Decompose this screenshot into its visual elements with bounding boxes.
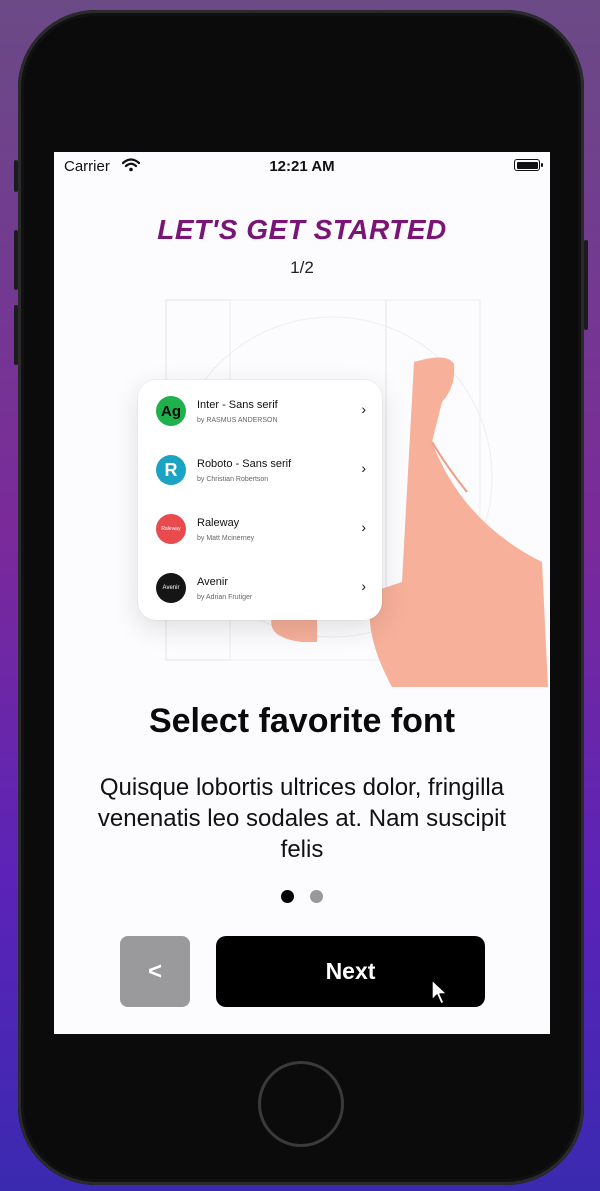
back-button[interactable]: < (120, 936, 190, 1007)
font-avatar-raleway: Raleway (156, 514, 186, 544)
page-title: Select favorite font (148, 702, 456, 740)
font-name: Inter - Sans serif (197, 399, 278, 411)
mouse-cursor-icon (431, 979, 448, 1005)
font-name: Roboto - Sans serif (197, 458, 292, 470)
font-author: by Adrian Frutiger (197, 594, 253, 601)
page-indicator (54, 890, 550, 908)
font-row-raleway[interactable]: Raleway Raleway by Matt Mcinerney › (138, 500, 382, 558)
home-button[interactable] (258, 1061, 344, 1147)
font-name: Raleway (197, 517, 240, 529)
app-screen: Carrier 12:21 AM LET'S GET STARTED 1/2 A… (54, 152, 550, 1034)
font-avatar-inter: Ag (156, 396, 186, 426)
font-row-inter[interactable]: Ag Inter - Sans serif by RASMUS ANDERSON… (138, 382, 382, 440)
page-description: Quisque lobortis ultrices dolor, fringil… (97, 774, 507, 863)
power-button (584, 240, 588, 330)
volume-up-button (14, 230, 18, 290)
step-indicator: 1/2 (290, 258, 314, 277)
status-time: 12:21 AM (269, 158, 335, 175)
font-list-card: Ag Inter - Sans serif by RASMUS ANDERSON… (138, 380, 382, 620)
battery-icon (514, 159, 543, 171)
font-avatar-roboto: R (156, 455, 186, 485)
font-author: by Christian Robertson (197, 476, 269, 483)
font-name: Avenir (197, 576, 228, 588)
onboarding-headline: LET'S GET STARTED (157, 214, 447, 245)
page-dot-active[interactable] (280, 890, 294, 903)
volume-down-button (14, 305, 18, 365)
status-bar: Carrier 12:21 AM (54, 152, 550, 180)
chevron-right-icon: › (361, 578, 366, 594)
font-author: by Matt Mcinerney (197, 535, 255, 542)
font-row-roboto[interactable]: R Roboto - Sans serif by Christian Rober… (138, 441, 382, 499)
page-dot[interactable] (310, 890, 324, 903)
font-author: by RASMUS ANDERSON (197, 417, 278, 424)
chevron-right-icon: › (361, 460, 366, 476)
font-avatar-avenir: Avenir (156, 573, 186, 603)
font-row-avenir[interactable]: Avenir Avenir by Adrian Frutiger › (138, 559, 382, 617)
chevron-right-icon: › (361, 401, 366, 417)
mute-switch (14, 160, 18, 192)
chevron-right-icon: › (361, 519, 366, 535)
